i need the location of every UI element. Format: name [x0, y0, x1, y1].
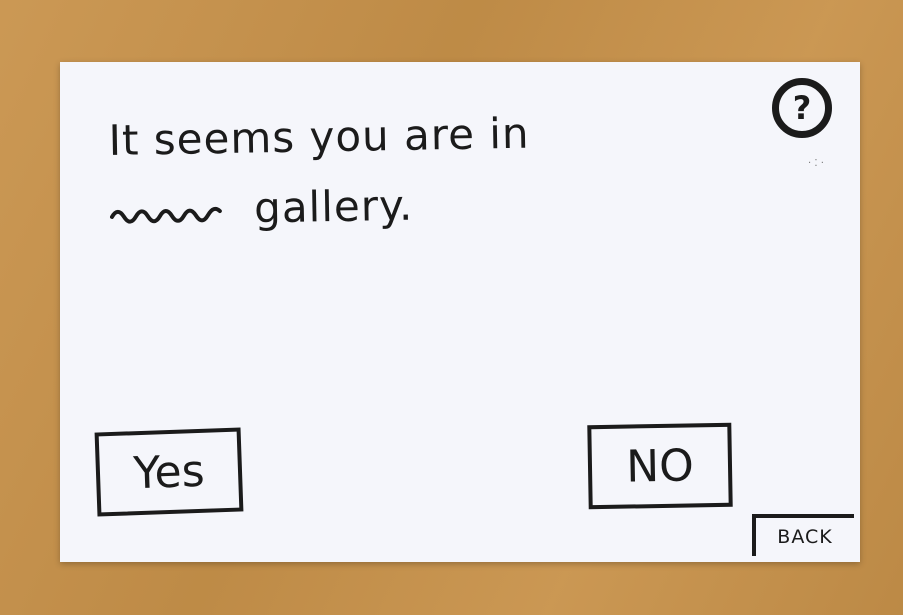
no-button[interactable]: NO: [587, 422, 733, 510]
question-mark-icon: ?: [792, 89, 812, 127]
prompt-line-1: It seems you are in: [108, 108, 530, 165]
help-button[interactable]: ?: [772, 78, 832, 138]
paper-card: It seems you are in gallery. ? · ⁚ · Yes…: [60, 62, 860, 562]
placeholder-squiggle-icon: [109, 206, 222, 224]
back-button-label: BACK: [777, 526, 833, 548]
back-button[interactable]: BACK: [752, 514, 854, 556]
ink-specks: · ⁚ ·: [808, 158, 824, 169]
yes-button-label: Yes: [132, 445, 206, 499]
no-button-label: NO: [625, 439, 695, 493]
prompt-message: It seems you are in gallery.: [108, 95, 750, 246]
yes-button[interactable]: Yes: [94, 427, 244, 517]
prompt-line-2-row: gallery.: [109, 165, 750, 246]
prompt-line-2: gallery.: [253, 180, 414, 233]
